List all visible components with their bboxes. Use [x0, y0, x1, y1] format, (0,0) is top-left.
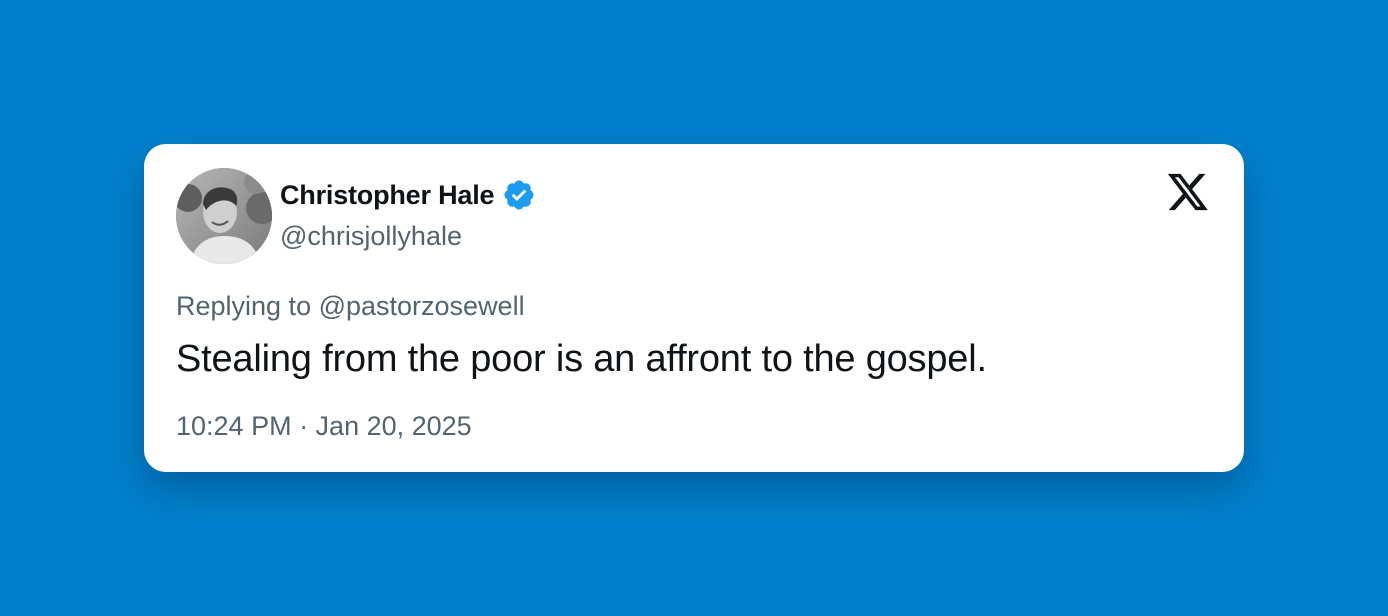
- author-display-name[interactable]: Christopher Hale: [280, 180, 495, 211]
- tweet-card: Christopher Hale @chrisjollyhale Replyin…: [144, 144, 1244, 472]
- tweet-text: Stealing from the poor is an affront to …: [176, 338, 987, 380]
- verified-badge-icon: [502, 178, 536, 212]
- x-logo-icon[interactable]: [1166, 172, 1210, 212]
- tweet-timestamp[interactable]: 10:24 PM · Jan 20, 2025: [176, 411, 472, 442]
- avatar-image: [176, 168, 272, 264]
- author-name-row: Christopher Hale: [280, 177, 536, 213]
- avatar[interactable]: [176, 168, 272, 264]
- author-handle[interactable]: @chrisjollyhale: [280, 221, 462, 252]
- replying-to-line[interactable]: Replying to @pastorzosewell: [176, 291, 525, 322]
